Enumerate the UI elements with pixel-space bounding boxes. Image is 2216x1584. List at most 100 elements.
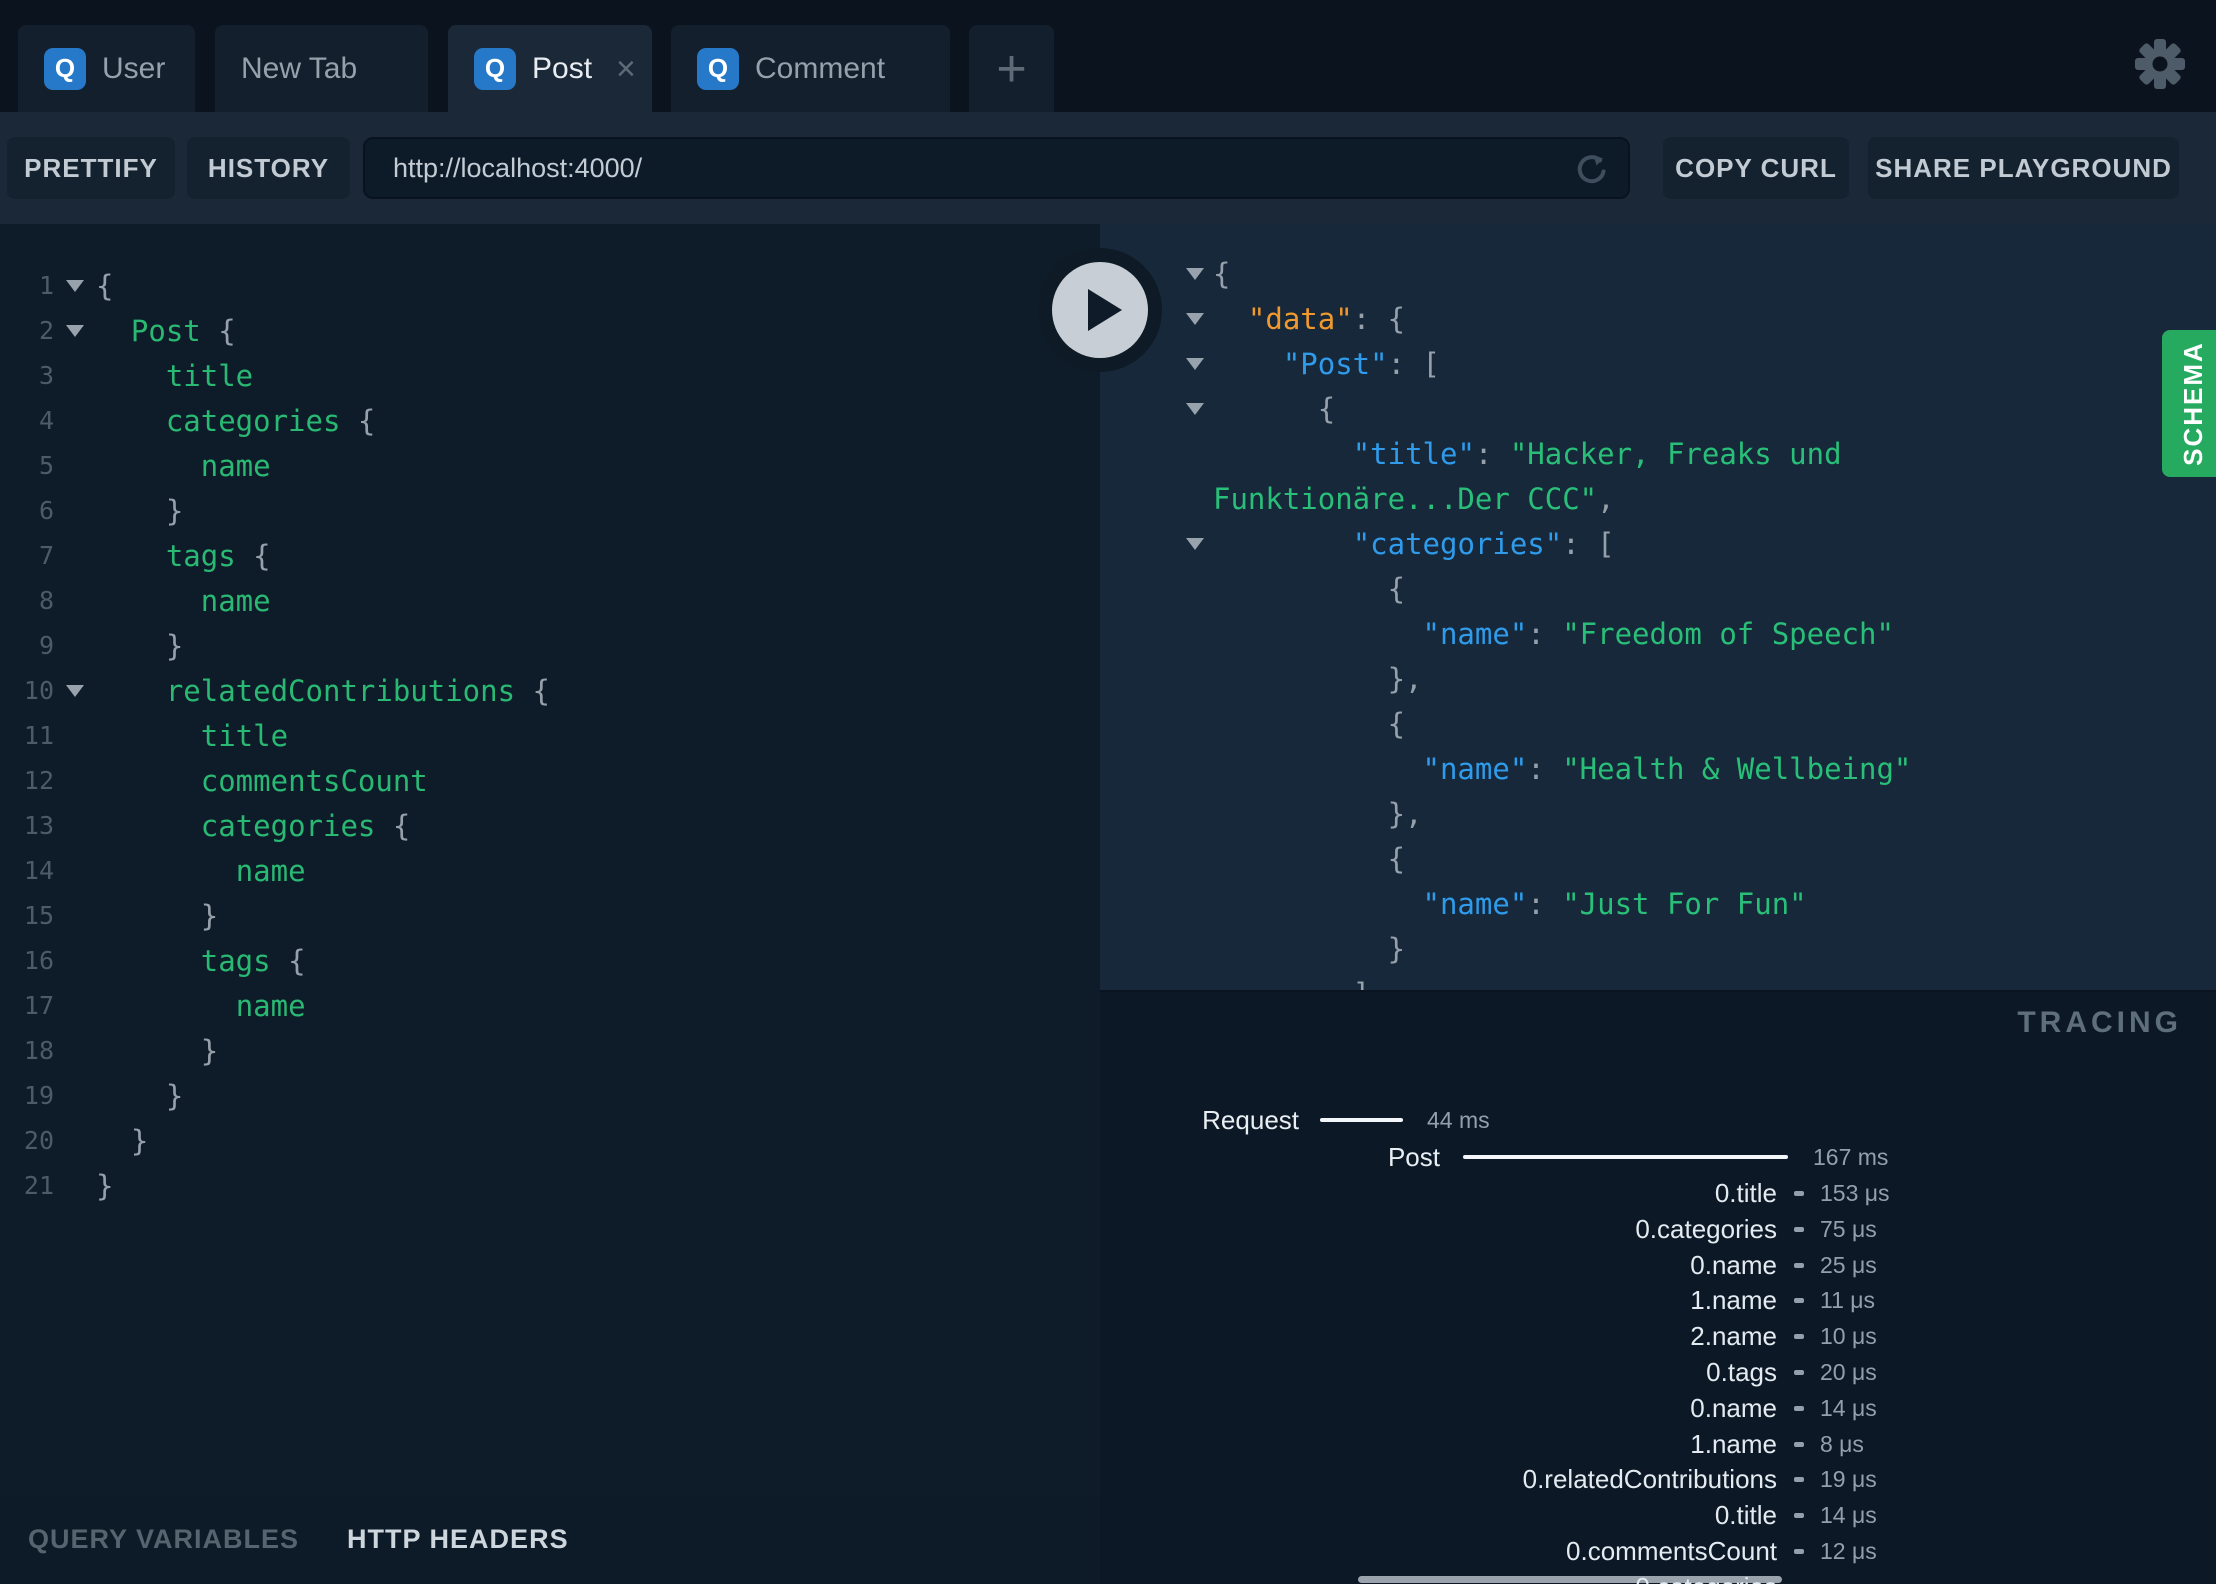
tab-post[interactable]: Q Post × (448, 25, 652, 112)
execute-button[interactable] (1038, 248, 1162, 372)
response-line: "title": "Hacker, Freaks und (1100, 431, 2216, 476)
fold-toggle[interactable] (54, 279, 96, 292)
tracing-resolver-label: 0.name (1690, 1250, 1777, 1280)
tab-label: Comment (755, 51, 886, 85)
query-line: 17 name (0, 983, 1100, 1028)
query-line: 8 name (0, 578, 1100, 623)
fold-toggle[interactable] (1156, 357, 1213, 370)
tab-user[interactable]: Q User (18, 25, 195, 112)
tracing-duration-value: 19 μs (1820, 1466, 1877, 1492)
query-code: } (96, 1123, 149, 1158)
response-code: "name": "Freedom of Speech" (1422, 616, 1894, 651)
tracing-resolver-label: 1.name (1690, 1429, 1777, 1459)
tracing-dash (1794, 1298, 1804, 1303)
tracing-duration-value: 44 ms (1427, 1107, 1490, 1133)
tracing-dash (1794, 1442, 1804, 1447)
query-code: name (235, 988, 306, 1023)
line-number: 7 (38, 541, 54, 570)
response-line: "name": "Health & Wellbeing" (1100, 746, 2216, 791)
query-badge-icon: Q (697, 47, 739, 90)
reload-endpoint-icon[interactable] (1572, 148, 1612, 188)
query-line: 6 } (0, 488, 1100, 533)
line-number: 3 (38, 361, 54, 390)
fold-toggle[interactable] (1156, 537, 1213, 550)
fold-arrow-icon (1186, 357, 1204, 370)
fold-toggle[interactable] (1156, 402, 1213, 415)
line-number: 21 (23, 1171, 54, 1200)
response-code: "data": { (1247, 301, 1406, 336)
response-code: "categories": [ (1352, 526, 1615, 561)
play-icon (1088, 289, 1122, 331)
history-button[interactable]: HISTORY (187, 137, 350, 199)
response-code: { (1387, 571, 1406, 606)
tracing-dash (1794, 1263, 1804, 1268)
query-code: { (96, 268, 114, 303)
line-number: 4 (38, 406, 54, 435)
response-code: "Post": [ (1282, 346, 1440, 381)
copy-curl-button[interactable]: COPY CURL (1663, 137, 1849, 199)
tracing-dash (1794, 1549, 1804, 1554)
close-tab-icon[interactable]: × (616, 52, 636, 86)
response-code: { (1213, 841, 1406, 876)
settings-gear-icon[interactable] (2133, 37, 2187, 91)
line-number: 19 (23, 1081, 54, 1110)
fold-arrow-icon (1186, 402, 1204, 415)
endpoint-url-input[interactable] (363, 137, 1630, 199)
fold-toggle[interactable] (54, 324, 96, 337)
query-line: 3 title (0, 353, 1100, 398)
tracing-resolver-row: 0.categories (1100, 1569, 2216, 1584)
query-code: relatedContributions { (165, 673, 550, 708)
query-line: 11 title (0, 713, 1100, 758)
fold-arrow-icon (1186, 312, 1204, 325)
tracing-dash (1794, 1513, 1804, 1518)
line-number: 14 (23, 856, 54, 885)
query-line: 5 name (0, 443, 1100, 488)
tracing-resolver-label: 0.categories (1100, 1569, 1777, 1584)
tracing-resolver-row: 0.tags 20 μs (1100, 1354, 2216, 1390)
response-code: { (1213, 256, 1231, 291)
query-badge-icon: Q (44, 47, 86, 90)
tracing-resolver-row: 2.name 10 μs (1100, 1318, 2216, 1354)
query-code: name (200, 448, 271, 483)
response-viewer[interactable]: { "data": { "Post": [ { "title": "Hacker… (1100, 224, 2216, 990)
response-code: }, (1213, 796, 1423, 831)
response-line: ] (1100, 971, 2216, 991)
tab-comment[interactable]: Q Comment (671, 25, 950, 112)
http-headers-tab[interactable]: HTTP HEADERS (347, 1524, 569, 1555)
tracing-duration-value: 8 μs (1820, 1431, 1864, 1457)
query-editor[interactable]: 1{2 Post {3 title 4 categories {5 name 6 }… (0, 224, 1100, 1495)
response-code: "title": "Hacker, Freaks und (1352, 436, 1842, 471)
tracing-span-row: Post 167 ms (1100, 1139, 2216, 1175)
tracing-resolver-label: 0.title (1714, 1500, 1777, 1530)
fold-toggle[interactable] (1156, 312, 1213, 325)
response-line: { (1100, 251, 2216, 296)
schema-tab[interactable]: SCHEMA (2162, 330, 2216, 477)
endpoint-url-field (363, 137, 1630, 199)
tracing-dash (1794, 1406, 1804, 1411)
line-number: 1 (38, 271, 54, 300)
fold-arrow-icon (66, 324, 84, 337)
toolbar: PRETTIFY HISTORY COPY CURL SHARE PLAYGRO… (0, 112, 2216, 224)
response-code: { (1213, 706, 1406, 741)
response-code: }, (1213, 661, 1423, 696)
tracing-panel: TRACING Request 44 ms Post 167 ms 0.title 153… (1100, 990, 2216, 1584)
fold-toggle[interactable] (54, 684, 96, 697)
query-line: 12 commentsCount (0, 758, 1100, 803)
response-line: Funktionäre...Der CCC", (1100, 476, 2216, 521)
query-line: 13 categories { (0, 803, 1100, 848)
query-code: name (200, 583, 271, 618)
response-code: ] (1213, 977, 1370, 991)
prettify-button[interactable]: PRETTIFY (7, 137, 175, 199)
query-variables-tab[interactable]: QUERY VARIABLES (28, 1524, 299, 1555)
new-tab-button[interactable]: + (969, 25, 1054, 112)
tracing-duration-bar (1320, 1118, 1403, 1122)
fold-toggle[interactable] (1156, 267, 1213, 280)
response-line: } (1100, 926, 2216, 971)
tab-new-tab[interactable]: New Tab (215, 25, 428, 112)
tracing-resolver-row: 1.name 11 μs (1100, 1282, 2216, 1318)
tracing-resolver-row: 0.title 153 μs (1100, 1175, 2216, 1211)
query-code: categories { (165, 403, 376, 438)
share-playground-button[interactable]: SHARE PLAYGROUND (1868, 137, 2179, 199)
line-number: 20 (23, 1126, 54, 1155)
tracing-resolver-row: 0.title 14 μs (1100, 1497, 2216, 1533)
